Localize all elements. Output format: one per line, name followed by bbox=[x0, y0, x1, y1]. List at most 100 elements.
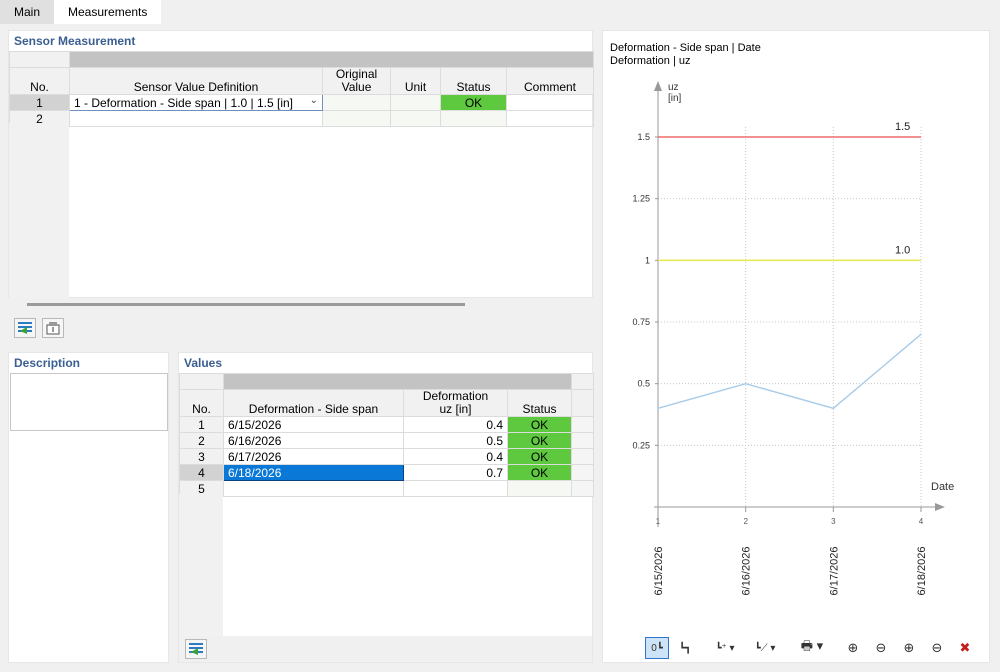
chart-subtitle: Deformation | uz bbox=[610, 55, 691, 67]
table-row-selected[interactable]: 4 6/18/2026 0.7 OK bbox=[179, 464, 594, 481]
values-panel: Values No. Deformation - Side span Defor… bbox=[178, 352, 594, 663]
date-cell[interactable]: 6/17/2026 bbox=[223, 448, 404, 465]
col-no: No. bbox=[179, 389, 224, 417]
x-tick-number: 2 bbox=[743, 517, 748, 526]
tab-main[interactable]: Main bbox=[0, 0, 55, 24]
deformation-chart: 0.25 0.5 0.75 1 1.25 1.5 uz[in] Date 1 6/15/2026 2… bbox=[632, 81, 954, 596]
table-row[interactable]: 1 6/15/2026 0.4 OK bbox=[179, 416, 594, 433]
comment-cell[interactable] bbox=[505, 94, 595, 111]
values-title: Values bbox=[184, 356, 223, 370]
y-tick-label: 1.25 bbox=[632, 194, 650, 204]
zoom-in-x-icon[interactable]: ⊕ bbox=[841, 637, 865, 659]
definition-select[interactable]: 1 - Deformation - Side span | 1.0 | 1.5 … bbox=[69, 94, 323, 111]
row-number-column-fill bbox=[179, 494, 223, 636]
chevron-down-icon[interactable]: ⌄ bbox=[310, 96, 318, 107]
trend-icon[interactable]: ┗⟋ ▾ bbox=[747, 637, 783, 659]
value-cell[interactable]: 0.7 bbox=[403, 464, 508, 481]
tab-measurements[interactable]: Measurements bbox=[54, 0, 162, 24]
x-tick-label: 6/18/2026 bbox=[916, 547, 928, 596]
col-unit: Unit bbox=[390, 67, 441, 95]
table-row[interactable]: 3 6/17/2026 0.4 OK bbox=[179, 448, 594, 465]
chart-title: Deformation - Side span | Date bbox=[610, 42, 761, 54]
description-panel: Description bbox=[8, 352, 169, 663]
x-tick-label: 6/16/2026 bbox=[741, 547, 753, 596]
import-values-button[interactable] bbox=[185, 639, 207, 659]
original-value-cell[interactable] bbox=[322, 94, 391, 111]
comment-cell[interactable] bbox=[505, 110, 595, 127]
fit-icon[interactable]: ┗┓ bbox=[673, 637, 697, 659]
print-icon[interactable]: 🖶 ▾ bbox=[793, 637, 831, 659]
unit-cell bbox=[390, 110, 441, 127]
date-cell[interactable]: 6/16/2026 bbox=[223, 432, 404, 449]
date-cell[interactable] bbox=[223, 480, 404, 497]
sensor-measurement-panel: Sensor Measurement No. Sensor Value Defi… bbox=[8, 30, 595, 306]
table-row[interactable]: 2 6/16/2026 0.5 OK bbox=[179, 432, 594, 449]
status-badge: OK bbox=[440, 94, 507, 111]
import-icon bbox=[189, 643, 203, 655]
import-icon bbox=[18, 322, 32, 334]
status-badge: OK bbox=[507, 416, 572, 433]
table-row[interactable]: 5 bbox=[179, 480, 594, 497]
row-number: 3 bbox=[179, 448, 224, 465]
unit-cell bbox=[390, 94, 441, 111]
limit-label: 1.0 bbox=[895, 244, 910, 256]
y-tick-label: 0.75 bbox=[632, 317, 650, 327]
axes-icon[interactable]: 0┗ bbox=[645, 637, 669, 659]
x-tick-number: 4 bbox=[919, 517, 924, 526]
data-point bbox=[920, 333, 922, 336]
value-cell[interactable]: 0.4 bbox=[403, 448, 508, 465]
status-badge: OK bbox=[507, 464, 572, 481]
row-number: 1 bbox=[179, 416, 224, 433]
col-original: Original Value bbox=[322, 67, 391, 95]
limit-label: 1.5 bbox=[895, 121, 910, 133]
value-cell[interactable] bbox=[403, 480, 508, 497]
value-cell[interactable]: 0.5 bbox=[403, 432, 508, 449]
description-title: Description bbox=[14, 356, 81, 370]
status-badge: OK bbox=[507, 432, 572, 449]
zoom-reset-icon[interactable]: ✖ bbox=[953, 637, 977, 659]
y-axis-unit: [in] bbox=[668, 93, 682, 104]
x-tick-label: 6/15/2026 bbox=[653, 547, 665, 596]
x-tick-label: 6/17/2026 bbox=[828, 547, 840, 596]
status-cell bbox=[440, 110, 507, 127]
values-table: No. Deformation - Side span Deformation u… bbox=[179, 373, 594, 497]
zoom-out-y-icon[interactable]: ⊖ bbox=[925, 637, 949, 659]
y-axis-arrow bbox=[654, 81, 662, 91]
col-status: Status bbox=[507, 389, 572, 417]
y-tick-label: 1 bbox=[645, 255, 650, 265]
value-cell[interactable]: 0.4 bbox=[403, 416, 508, 433]
row-number: 4 bbox=[179, 464, 224, 481]
series-line bbox=[657, 333, 922, 410]
table-row[interactable]: 2 bbox=[9, 110, 595, 127]
y-tick-label: 1.5 bbox=[637, 132, 650, 142]
chart-toolbar: 0┗ ┗┓ ┗⁺ ▾ ┗⟋ ▾ 🖶 ▾ ⊕ ⊖ ⊕ ⊖ ✖ bbox=[643, 637, 983, 661]
tab-bar: Main Measurements bbox=[0, 0, 1000, 24]
import-rows-button[interactable] bbox=[14, 318, 36, 338]
status-badge: OK bbox=[507, 448, 572, 465]
col-date: Deformation - Side span bbox=[223, 389, 404, 417]
col-definition: Sensor Value Definition bbox=[69, 67, 323, 95]
x-tick-number: 1 bbox=[656, 517, 661, 526]
original-value-cell[interactable] bbox=[322, 110, 391, 127]
y-axis-label: uz bbox=[668, 82, 679, 93]
table-row[interactable]: 1 1 - Deformation - Side span | 1.0 | 1.… bbox=[9, 94, 595, 111]
export-icon bbox=[46, 322, 60, 335]
chart-panel: Deformation - Side span | Date Deformati… bbox=[602, 30, 990, 663]
col-deformation: Deformation uz [in] bbox=[403, 389, 508, 417]
values-toolbar bbox=[179, 636, 592, 662]
zoom-out-x-icon[interactable]: ⊖ bbox=[869, 637, 893, 659]
x-axis-arrow bbox=[935, 503, 945, 511]
x-axis-label: Date bbox=[931, 481, 954, 493]
zoom-in-y-icon[interactable]: ⊕ bbox=[897, 637, 921, 659]
row-number: 2 bbox=[179, 432, 224, 449]
definition-cell[interactable] bbox=[69, 110, 323, 127]
row-number-column-fill bbox=[9, 123, 69, 298]
description-textbox[interactable] bbox=[10, 373, 168, 431]
date-cell-selected[interactable]: 6/18/2026 bbox=[223, 464, 404, 481]
col-status: Status bbox=[440, 67, 507, 95]
axis-add-icon[interactable]: ┗⁺ ▾ bbox=[707, 637, 743, 659]
horizontal-scrollbar[interactable] bbox=[27, 303, 465, 306]
y-tick-label: 0.25 bbox=[632, 440, 650, 450]
date-cell[interactable]: 6/15/2026 bbox=[223, 416, 404, 433]
export-button[interactable] bbox=[42, 318, 64, 338]
